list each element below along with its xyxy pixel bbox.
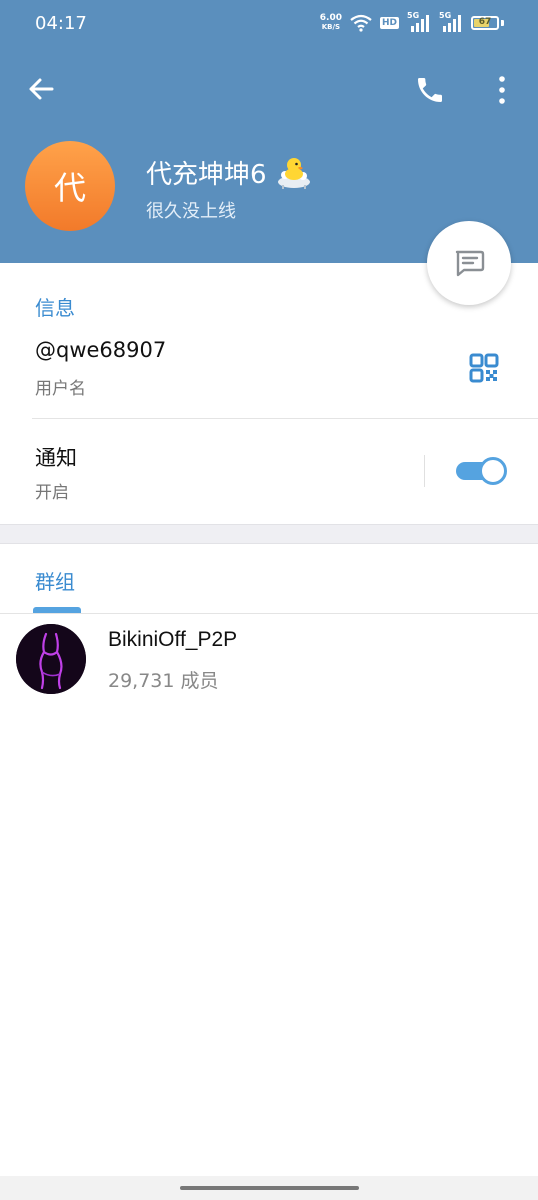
status-bar: 04:17 6.00 KB/S HD 5G 5G 67 [0,0,538,48]
message-icon [455,250,485,277]
network-speed-unit: KB/S [321,23,341,31]
call-button[interactable] [414,74,446,106]
profile-name-row: 代充坤坤6 [146,154,313,191]
info-divider [32,418,538,419]
status-time: 04:17 [35,13,87,34]
notifications-toggle[interactable] [456,456,508,486]
group-member-count: 29,731 成员 [108,670,219,692]
group-list-item[interactable]: BikiniOff_P2P 29,731 成员 [0,614,538,704]
more-vertical-icon [499,76,505,104]
notifications-status: 开启 [35,483,69,503]
profile-avatar[interactable]: 代 [25,141,115,231]
battery-tip [501,20,504,26]
home-indicator[interactable] [180,1186,359,1190]
toggle-knob [479,457,507,485]
group-name: BikiniOff_P2P [108,628,238,651]
neon-figure-icon [16,624,86,694]
arrow-left-icon [29,78,54,100]
network-speed-value: 6.00 [319,13,342,23]
avatar-letter: 代 [53,169,86,207]
notifications-title: 通知 [35,446,77,470]
battery-level: 67 [478,17,492,27]
profile-last-seen: 很久没上线 [146,201,236,222]
signal-sim2-icon: 5G [439,11,463,32]
network-speed: 6.00 KB/S [320,14,342,32]
profile-name: 代充坤坤6 [146,160,267,190]
username-value[interactable]: @qwe68907 [35,338,166,362]
qr-code-icon [469,353,499,383]
hd-voice-badge: HD [379,17,399,29]
username-label: 用户名 [35,379,86,399]
section-separator [0,524,538,544]
groups-tab[interactable]: 群组 [35,566,75,595]
wifi-icon [350,14,372,32]
notifications-separator [424,455,425,487]
info-section-title: 信息 [35,296,75,320]
group-avatar [16,624,86,694]
back-button[interactable] [26,74,56,104]
send-message-button[interactable] [427,221,511,305]
duck-bath-emoji-icon [277,157,310,189]
more-options-button[interactable] [490,74,514,106]
qr-code-button[interactable] [467,351,501,385]
status-icons: 6.00 KB/S HD 5G 5G 67 [320,11,504,34]
signal-sim1-icon: 5G [407,11,431,32]
phone-icon [418,78,442,102]
battery-icon: 67 [471,16,499,30]
